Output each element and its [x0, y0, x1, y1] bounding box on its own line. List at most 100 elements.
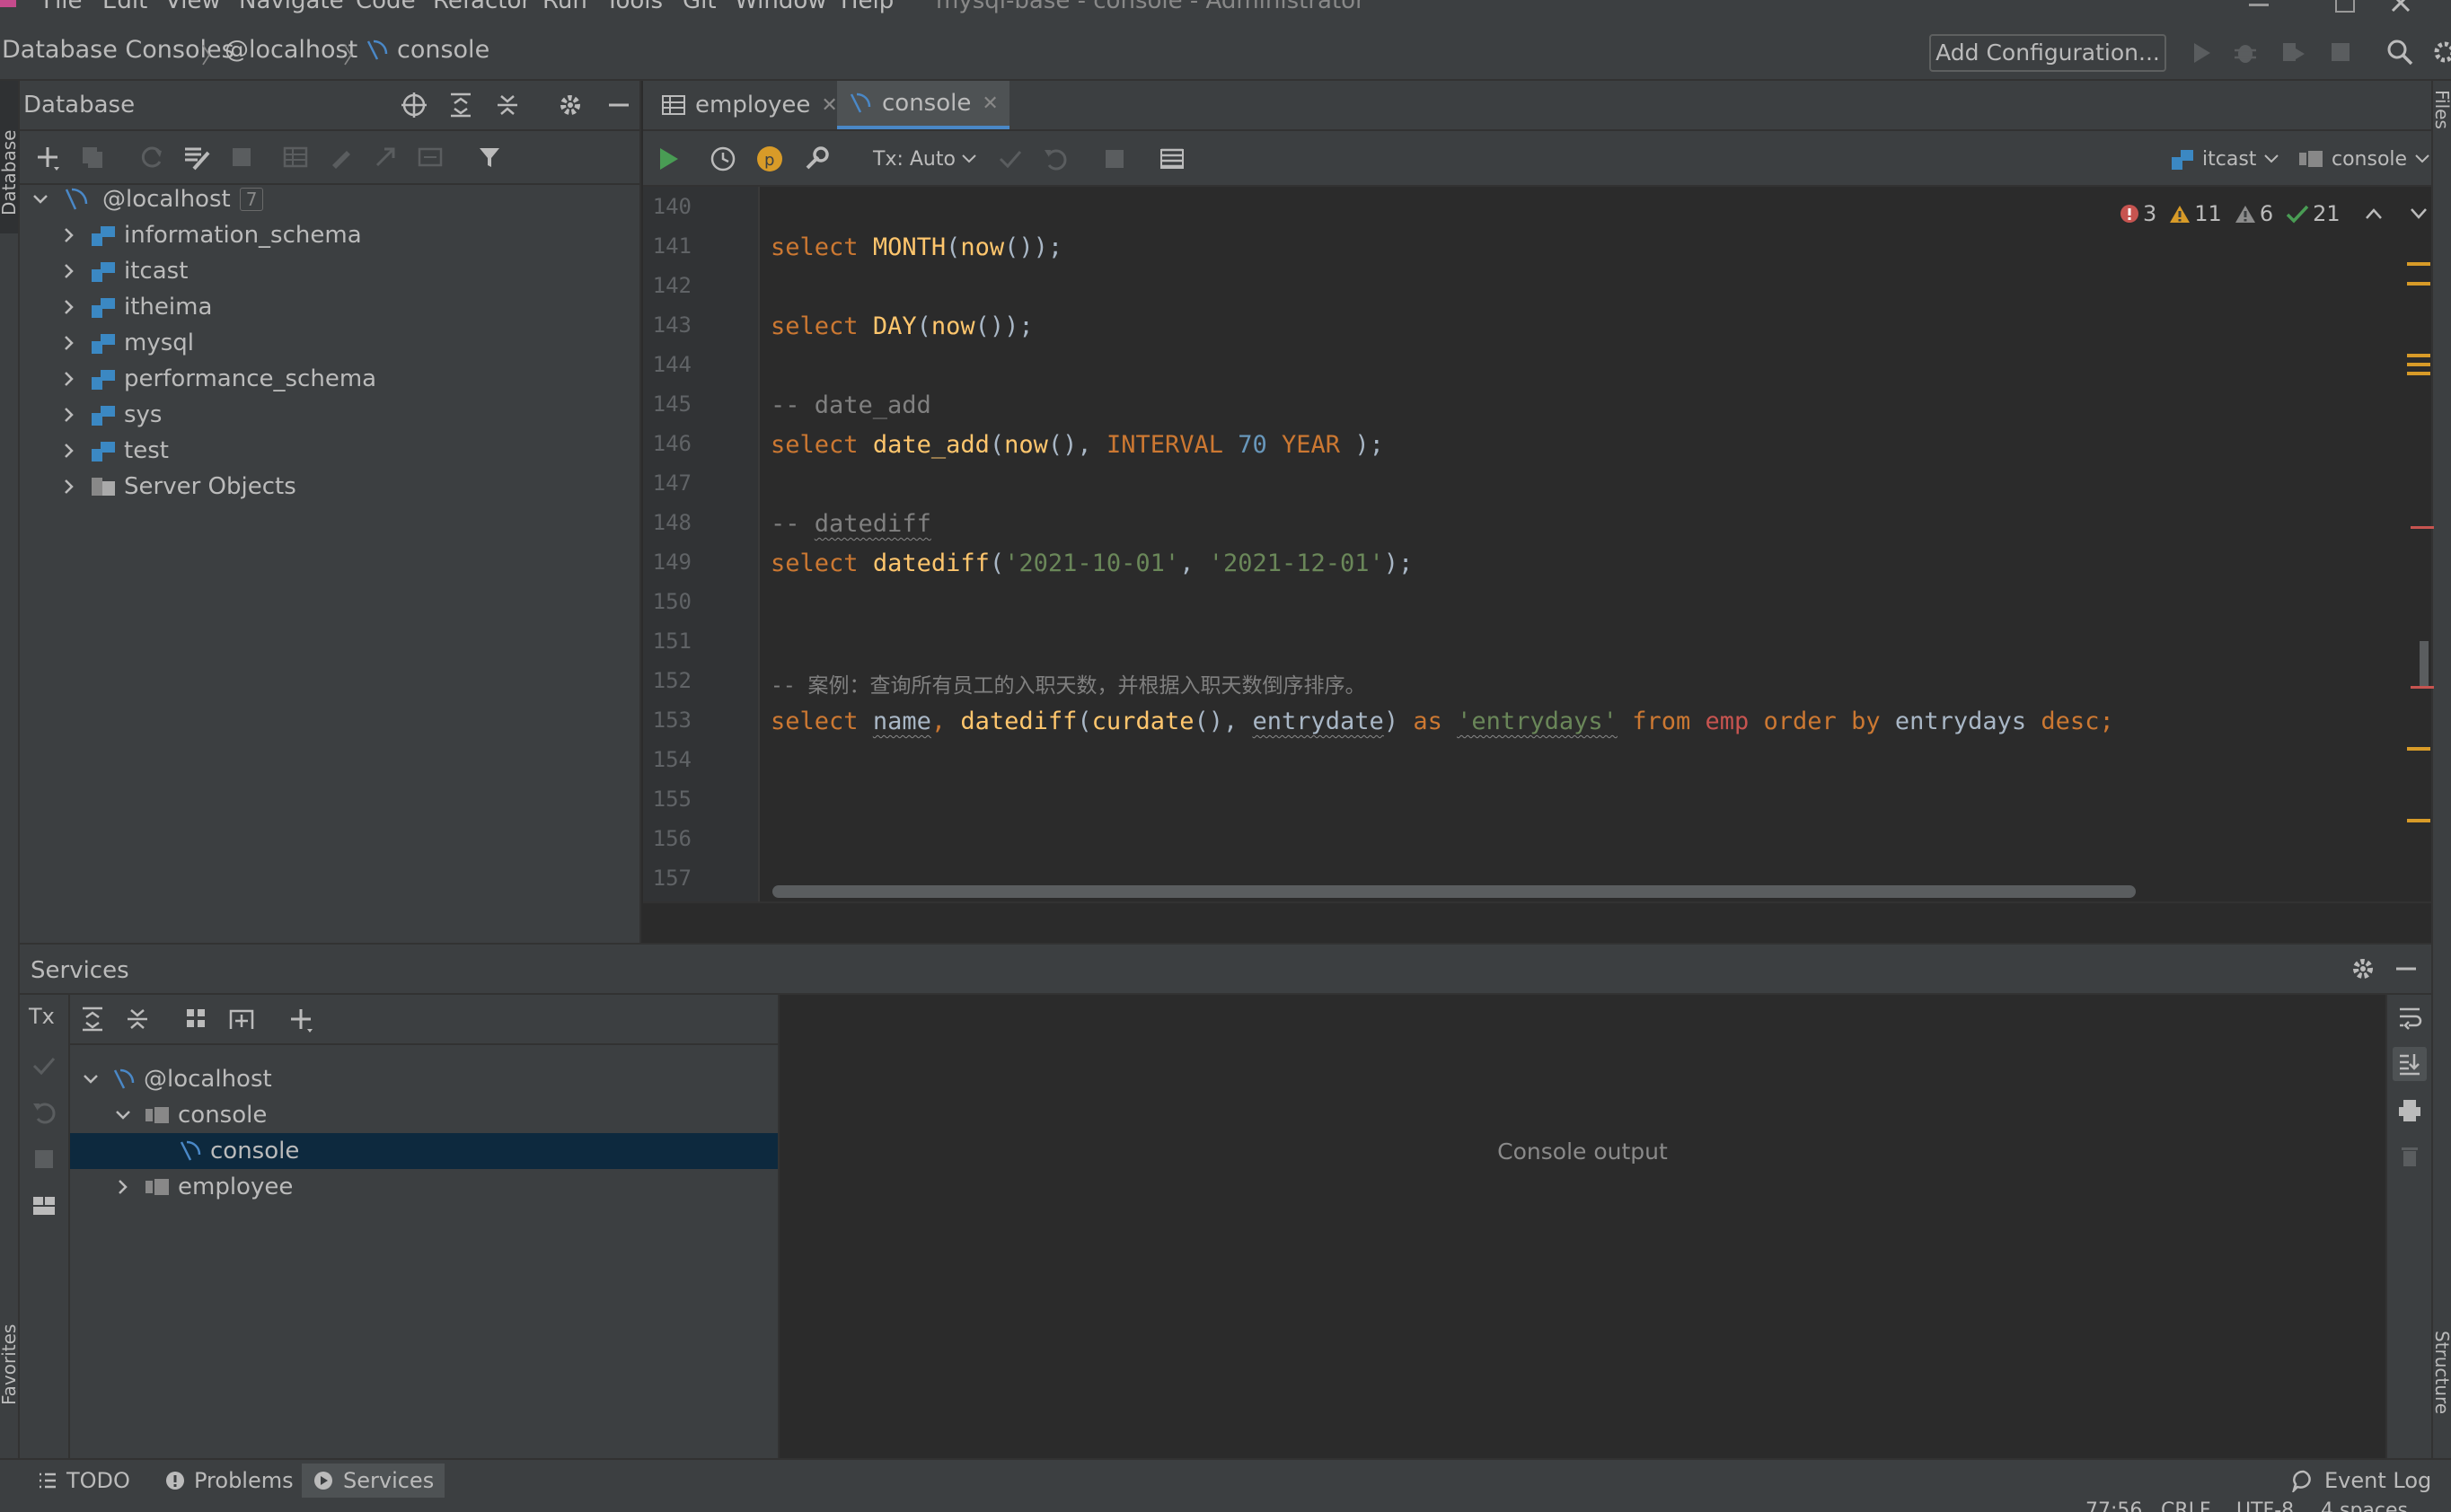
services-session-console[interactable]: console: [70, 1133, 778, 1169]
menu-tools[interactable]: Tools: [605, 0, 663, 14]
chevron-down-icon[interactable]: [2409, 206, 2429, 222]
services-group-console[interactable]: console: [113, 1097, 267, 1133]
edit-icon[interactable]: [325, 142, 356, 172]
locate-icon[interactable]: [399, 90, 429, 120]
collapse-all-icon[interactable]: [122, 1004, 153, 1034]
breadcrumb-console[interactable]: console: [397, 36, 489, 64]
debug-icon[interactable]: [2233, 40, 2258, 65]
minimize-button[interactable]: [2249, 4, 2269, 6]
expand-all-icon[interactable]: [445, 90, 476, 120]
rollback-icon[interactable]: [1040, 144, 1071, 174]
tree-item-server-objects[interactable]: Server Objects: [59, 469, 296, 505]
commit-icon[interactable]: [29, 1050, 59, 1081]
vertical-scroll-thumb[interactable]: [2420, 641, 2429, 688]
menu-edit[interactable]: Edit: [102, 0, 147, 14]
rollback-icon[interactable]: [29, 1097, 59, 1128]
scroll-to-end-icon[interactable]: [2393, 1047, 2427, 1081]
refresh-icon[interactable]: [137, 142, 167, 172]
jump-icon[interactable]: [370, 142, 401, 172]
clear-icon[interactable]: [2394, 1140, 2425, 1171]
close-window-button[interactable]: [2389, 0, 2416, 16]
history-icon[interactable]: [708, 144, 738, 174]
warning-marker[interactable]: [2407, 354, 2430, 357]
group-by-icon[interactable]: [181, 1004, 212, 1034]
ddl-icon[interactable]: [415, 142, 445, 172]
indent-setting[interactable]: 4 spaces: [2321, 1499, 2408, 1512]
chevron-up-icon[interactable]: [2364, 206, 2384, 222]
tree-root-localhost[interactable]: @localhost 7: [31, 181, 264, 217]
menu-refactor[interactable]: Refactor: [433, 0, 531, 14]
files-strip-label[interactable]: Files: [2431, 90, 2451, 129]
menu-window[interactable]: Window: [735, 0, 827, 14]
event-log-button[interactable]: Event Log: [2281, 1464, 2442, 1498]
menu-help[interactable]: Help: [841, 0, 894, 14]
gear-icon[interactable]: [2348, 954, 2378, 984]
stop-icon[interactable]: [226, 142, 257, 172]
console-selector[interactable]: console: [2297, 144, 2430, 174]
tree-item-schema[interactable]: information_schema: [59, 217, 362, 253]
execute-icon[interactable]: [654, 144, 684, 174]
soft-wrap-icon[interactable]: [2394, 1002, 2425, 1033]
layout-icon[interactable]: [29, 1191, 59, 1221]
search-icon[interactable]: [2385, 38, 2414, 66]
menu-run[interactable]: Run: [542, 0, 587, 14]
maximize-button[interactable]: [2335, 0, 2355, 13]
tree-item-schema[interactable]: itcast: [59, 253, 188, 289]
warning-marker[interactable]: [2407, 747, 2430, 751]
structure-strip-label[interactable]: Structure: [2431, 1331, 2451, 1414]
tree-item-schema[interactable]: itheima: [59, 289, 212, 325]
database-toolwindow-button[interactable]: Database: [0, 81, 20, 233]
stop-icon[interactable]: [2330, 41, 2351, 63]
warning-marker[interactable]: [2407, 282, 2430, 286]
menu-navigate[interactable]: Navigate: [239, 0, 344, 14]
tab-employee[interactable]: employee ✕: [650, 81, 849, 129]
gear-icon[interactable]: [555, 90, 586, 120]
parameters-icon[interactable]: p: [754, 144, 785, 174]
add-configuration-button[interactable]: Add Configuration...: [1929, 34, 2166, 72]
properties-icon[interactable]: [181, 142, 212, 172]
add-service-icon[interactable]: [286, 1004, 316, 1034]
run-icon[interactable]: [2191, 41, 2213, 65]
tree-item-schema[interactable]: test: [59, 433, 169, 469]
menu-git[interactable]: Git: [683, 0, 717, 14]
wrench-icon[interactable]: [801, 144, 832, 174]
line-separator[interactable]: CRLF: [2161, 1499, 2211, 1512]
commit-icon[interactable]: [995, 144, 1026, 174]
settings-icon[interactable]: [2430, 38, 2451, 66]
coverage-icon[interactable]: [2279, 40, 2306, 65]
tree-item-schema[interactable]: sys: [59, 397, 162, 433]
expand-all-icon[interactable]: [77, 1004, 108, 1034]
hide-panel-icon[interactable]: [604, 90, 634, 120]
services-button[interactable]: Services: [302, 1464, 445, 1498]
warning-marker[interactable]: [2407, 262, 2430, 266]
warning-marker[interactable]: [2407, 372, 2430, 375]
horizontal-scrollbar[interactable]: [772, 885, 2136, 898]
warning-marker[interactable]: [2407, 819, 2430, 822]
cancel-query-icon[interactable]: [1099, 144, 1130, 174]
tree-item-schema[interactable]: mysql: [59, 325, 194, 361]
cursor-position[interactable]: 77:56: [2085, 1499, 2142, 1512]
todo-button[interactable]: TODO: [27, 1464, 141, 1498]
stop-icon[interactable]: [29, 1144, 59, 1174]
breadcrumb-database-consoles[interactable]: Database Consoles: [2, 36, 234, 64]
close-tab-icon[interactable]: ✕: [982, 92, 998, 115]
warning-marker[interactable]: [2407, 363, 2430, 366]
close-tab-icon[interactable]: ✕: [821, 94, 837, 117]
hide-panel-icon[interactable]: [2391, 954, 2421, 984]
favorites-strip-label[interactable]: Favorites: [0, 1324, 20, 1405]
breadcrumb-localhost[interactable]: @localhost: [225, 36, 357, 64]
file-encoding[interactable]: UTF-8: [2236, 1499, 2294, 1512]
duplicate-icon[interactable]: [77, 142, 108, 172]
table-icon[interactable]: [280, 142, 311, 172]
menu-code[interactable]: Code: [356, 0, 416, 14]
problems-button[interactable]: Problems: [154, 1464, 304, 1498]
add-icon[interactable]: [32, 142, 63, 172]
tree-item-schema[interactable]: performance_schema: [59, 361, 376, 397]
inspection-indicators[interactable]: 3 11 6 21: [2120, 198, 2429, 230]
collapse-all-icon[interactable]: [492, 90, 523, 120]
tx-icon[interactable]: Tx: [29, 1004, 55, 1029]
schema-selector[interactable]: itcast: [2170, 144, 2279, 174]
error-marker[interactable]: [2411, 686, 2434, 689]
tx-mode-dropdown[interactable]: Tx: Auto: [873, 144, 977, 174]
tab-console[interactable]: console ✕: [837, 81, 1009, 129]
